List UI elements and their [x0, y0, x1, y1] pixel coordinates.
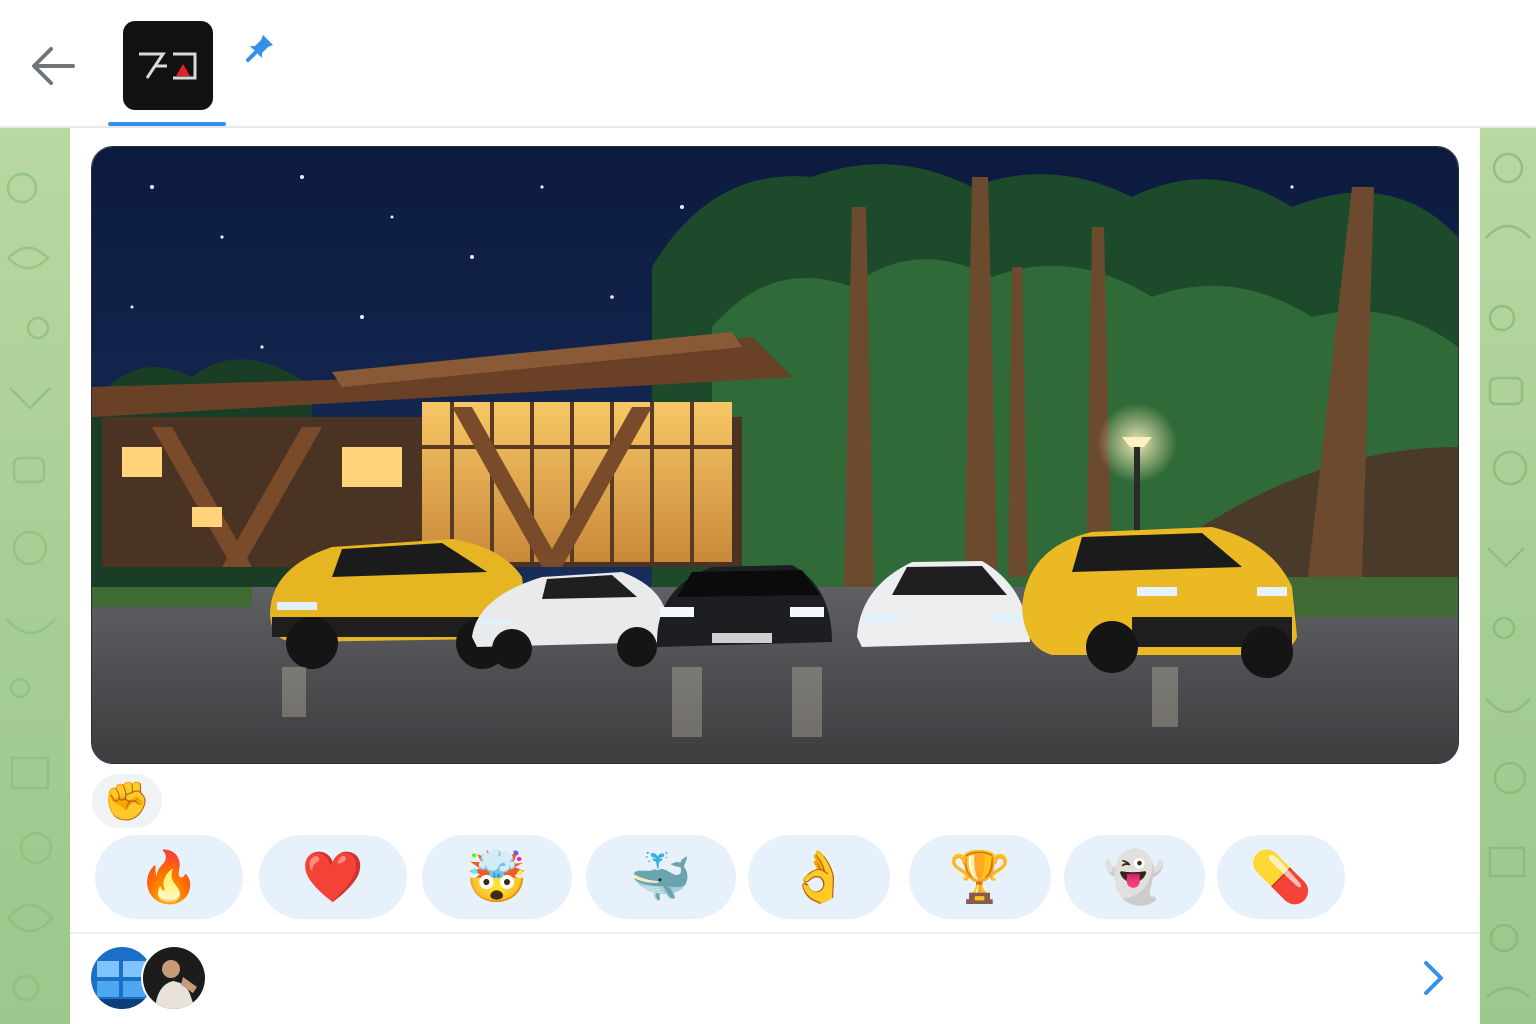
ghost-emoji: 👻 [1103, 848, 1166, 906]
pinned-message-button[interactable] [238, 28, 282, 68]
channel-post: ✊ 🔥 ❤️ 🤯 🐳 👌 🏆 👻 💊 [70, 128, 1480, 1024]
reaction-whale[interactable]: 🐳 [586, 835, 736, 919]
chevron-right-icon [1424, 961, 1443, 995]
pin-icon [246, 35, 273, 62]
reaction-exploding-head[interactable]: 🤯 [422, 835, 572, 919]
channel-logo-icon [139, 52, 197, 79]
my-reaction-chip[interactable]: ✊ [92, 774, 162, 828]
reaction-ghost[interactable]: 👻 [1064, 835, 1205, 919]
reaction-heart[interactable]: ❤️ [259, 835, 407, 919]
reaction-trophy[interactable]: 🏆 [909, 835, 1051, 919]
heart-emoji: ❤️ [301, 848, 365, 906]
ok-hand-emoji: 👌 [787, 848, 851, 906]
raised-fist-emoji: ✊ [103, 778, 151, 823]
arrow-left-icon [32, 47, 75, 85]
active-tab-indicator [108, 122, 226, 126]
exploding-head-emoji: 🤯 [465, 848, 529, 906]
chat-wallpaper-right [1480, 128, 1536, 1024]
next-post-button[interactable] [1414, 956, 1454, 1000]
back-button[interactable] [22, 38, 82, 94]
reaction-ok-hand[interactable]: 👌 [748, 835, 890, 919]
footer-divider [70, 932, 1480, 934]
viewer-avatars[interactable] [89, 945, 209, 1011]
trophy-emoji: 🏆 [948, 848, 1012, 906]
reaction-pill[interactable]: 💊 [1217, 835, 1345, 919]
channel-avatar[interactable] [123, 21, 213, 110]
chat-wallpaper-left [0, 128, 70, 1024]
top-bar [0, 0, 1536, 128]
pill-emoji: 💊 [1249, 848, 1313, 906]
post-photo[interactable] [91, 146, 1459, 764]
fire-emoji: 🔥 [137, 848, 201, 906]
whale-emoji: 🐳 [629, 848, 693, 906]
reaction-picker: 🔥 ❤️ 🤯 🐳 👌 🏆 👻 💊 [95, 835, 1355, 921]
reaction-fire[interactable]: 🔥 [95, 835, 243, 919]
night-supercars-photo [92, 147, 1458, 763]
viewer-avatar-2 [141, 945, 207, 1011]
